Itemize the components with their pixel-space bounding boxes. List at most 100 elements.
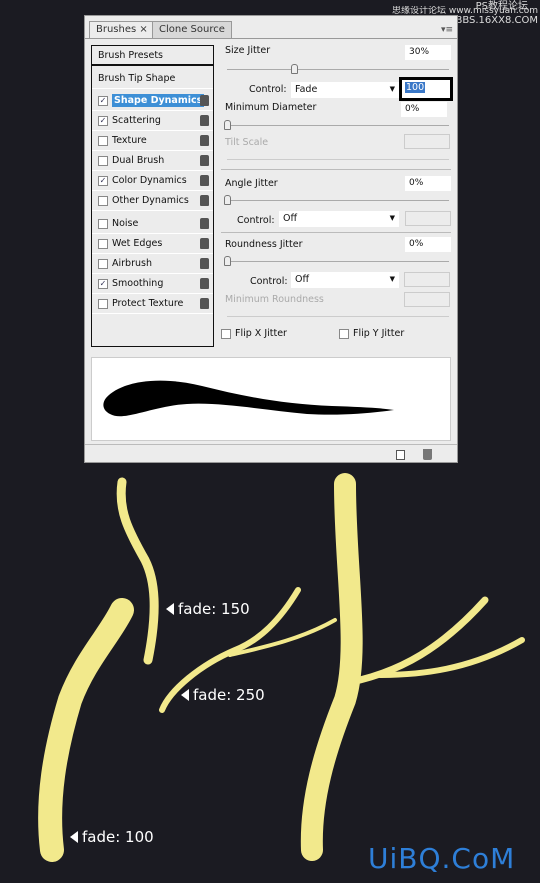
checkbox[interactable] (98, 195, 108, 206)
lock-icon[interactable] (200, 135, 209, 146)
angle-jitter-label: Angle Jitter (225, 178, 278, 189)
size-jitter-slider[interactable] (227, 69, 449, 70)
checkbox[interactable] (98, 218, 108, 229)
preview-stroke (103, 380, 394, 417)
brush-stroke-preview (91, 357, 451, 441)
list-item[interactable]: Wet Edges (92, 234, 213, 254)
list-item[interactable]: ✓ Shape Dynamics (92, 91, 213, 111)
angle-jitter-input[interactable]: 0% (405, 176, 451, 191)
brush-stroke-examples (38, 473, 525, 862)
trash-icon[interactable] (423, 449, 432, 460)
checkbox[interactable]: ✓ (98, 175, 108, 186)
control-label: Control: (249, 84, 287, 95)
tilt-scale-slider (227, 159, 449, 160)
list-item-label: Color Dynamics (112, 175, 187, 186)
list-item-label: Shape Dynamics (112, 94, 205, 107)
arrow-left-icon (181, 689, 189, 701)
panel-menu-icon[interactable]: ▾≡ (441, 25, 453, 35)
stroke-fade-150 (116, 477, 159, 665)
angle-jitter-slider-thumb[interactable] (224, 195, 231, 205)
lock-icon[interactable] (200, 155, 209, 166)
lock-icon[interactable] (200, 278, 209, 289)
flip-y-label: Flip Y Jitter (353, 328, 405, 339)
flip-x-checkbox[interactable]: Flip X Jitter (221, 328, 287, 339)
shape-dynamics-settings: Size Jitter 30% Control: Fade 100 Minimu… (221, 45, 453, 347)
size-jitter-input[interactable]: 30% (405, 45, 451, 60)
list-item-label: Airbrush (112, 258, 152, 269)
roundness-jitter-slider[interactable] (227, 261, 449, 262)
checkbox[interactable] (98, 135, 108, 146)
list-item[interactable]: Airbrush (92, 254, 213, 274)
arrow-left-icon (166, 603, 174, 615)
list-item[interactable]: ✓ Scattering (92, 111, 213, 131)
list-item[interactable]: Protect Texture (92, 294, 213, 314)
size-control-dropdown[interactable]: Fade (291, 82, 399, 98)
tab-clone-source[interactable]: Clone Source (152, 21, 232, 39)
brushes-panel: Brushes × Clone Source ▾≡ Brush Presets … (84, 15, 458, 463)
lock-icon[interactable] (200, 258, 209, 269)
fade-steps-input[interactable]: 100 (399, 77, 453, 101)
list-item-label: Wet Edges (112, 238, 163, 249)
lock-icon[interactable] (200, 195, 209, 206)
list-item-label: Texture (112, 135, 147, 146)
roundness-jitter-input[interactable]: 0% (405, 237, 451, 252)
fade-steps-value: 100 (405, 82, 426, 93)
angle-control-input (405, 211, 451, 226)
brush-tip-shape-item[interactable]: Brush Tip Shape (92, 69, 213, 89)
tab-brushes[interactable]: Brushes × (89, 21, 155, 39)
checkbox[interactable]: ✓ (98, 95, 108, 106)
size-jitter-label: Size Jitter (225, 45, 271, 56)
checkbox[interactable] (98, 155, 108, 166)
checkbox[interactable]: ✓ (98, 278, 108, 289)
angle-control-dropdown[interactable]: Off (279, 211, 399, 227)
tilt-scale-input (404, 134, 450, 149)
size-jitter-slider-thumb[interactable] (290, 64, 298, 74)
annotation-fade-250: fade: 250 (181, 686, 265, 704)
min-diameter-slider[interactable] (227, 125, 449, 126)
roundness-jitter-label: Roundness Jitter (225, 239, 303, 250)
tilt-scale-label: Tilt Scale (225, 137, 269, 148)
angle-jitter-slider[interactable] (227, 200, 449, 201)
annotation-fade-100: fade: 100 (70, 828, 154, 846)
stroke-fade-100 (38, 598, 134, 862)
list-item[interactable]: Noise (92, 214, 213, 234)
checkbox[interactable] (98, 298, 108, 309)
new-preset-icon[interactable] (396, 450, 405, 460)
annotation-fade-100-text: fade: 100 (82, 828, 154, 846)
min-diameter-input[interactable]: 0% (401, 102, 447, 117)
angle-control-label: Control: (237, 215, 275, 226)
list-item[interactable]: Dual Brush (92, 151, 213, 171)
brush-presets-item[interactable]: Brush Presets (92, 46, 213, 66)
list-item-label: Noise (112, 218, 139, 229)
flip-y-checkbox[interactable]: Flip Y Jitter (339, 328, 404, 339)
min-roundness-input (404, 292, 450, 307)
annotation-fade-250-text: fade: 250 (193, 686, 265, 704)
lock-icon[interactable] (200, 115, 209, 126)
roundness-control-dropdown[interactable]: Off (291, 272, 399, 288)
list-item-label: Protect Texture (112, 298, 184, 309)
checkbox[interactable]: ✓ (98, 115, 108, 126)
lock-icon[interactable] (200, 298, 209, 309)
lock-icon[interactable] (200, 218, 209, 229)
min-roundness-slider (227, 316, 449, 317)
list-item-label: Scattering (112, 115, 161, 126)
list-item[interactable]: Texture (92, 131, 213, 151)
list-item-label: Dual Brush (112, 155, 165, 166)
lock-icon[interactable] (200, 238, 209, 249)
stroke-right-trunk (300, 473, 363, 861)
list-item[interactable]: ✓ Smoothing (92, 274, 213, 294)
list-item[interactable]: Other Dynamics (92, 191, 213, 211)
checkbox[interactable] (98, 238, 108, 249)
watermark-bottom: UiBQ.CoM (368, 842, 516, 875)
min-diameter-slider-thumb[interactable] (224, 120, 231, 130)
annotation-fade-150-text: fade: 150 (178, 600, 250, 618)
lock-icon[interactable] (200, 95, 209, 106)
list-item[interactable]: ✓ Color Dynamics (92, 171, 213, 191)
lock-icon[interactable] (200, 175, 209, 186)
roundness-control-input (404, 272, 450, 287)
watermark-line2: PS教程论坛 (475, 1, 528, 12)
min-diameter-label: Minimum Diameter (225, 102, 317, 113)
roundness-jitter-slider-thumb[interactable] (224, 256, 231, 266)
list-item-label: Other Dynamics (112, 195, 189, 206)
checkbox[interactable] (98, 258, 108, 269)
